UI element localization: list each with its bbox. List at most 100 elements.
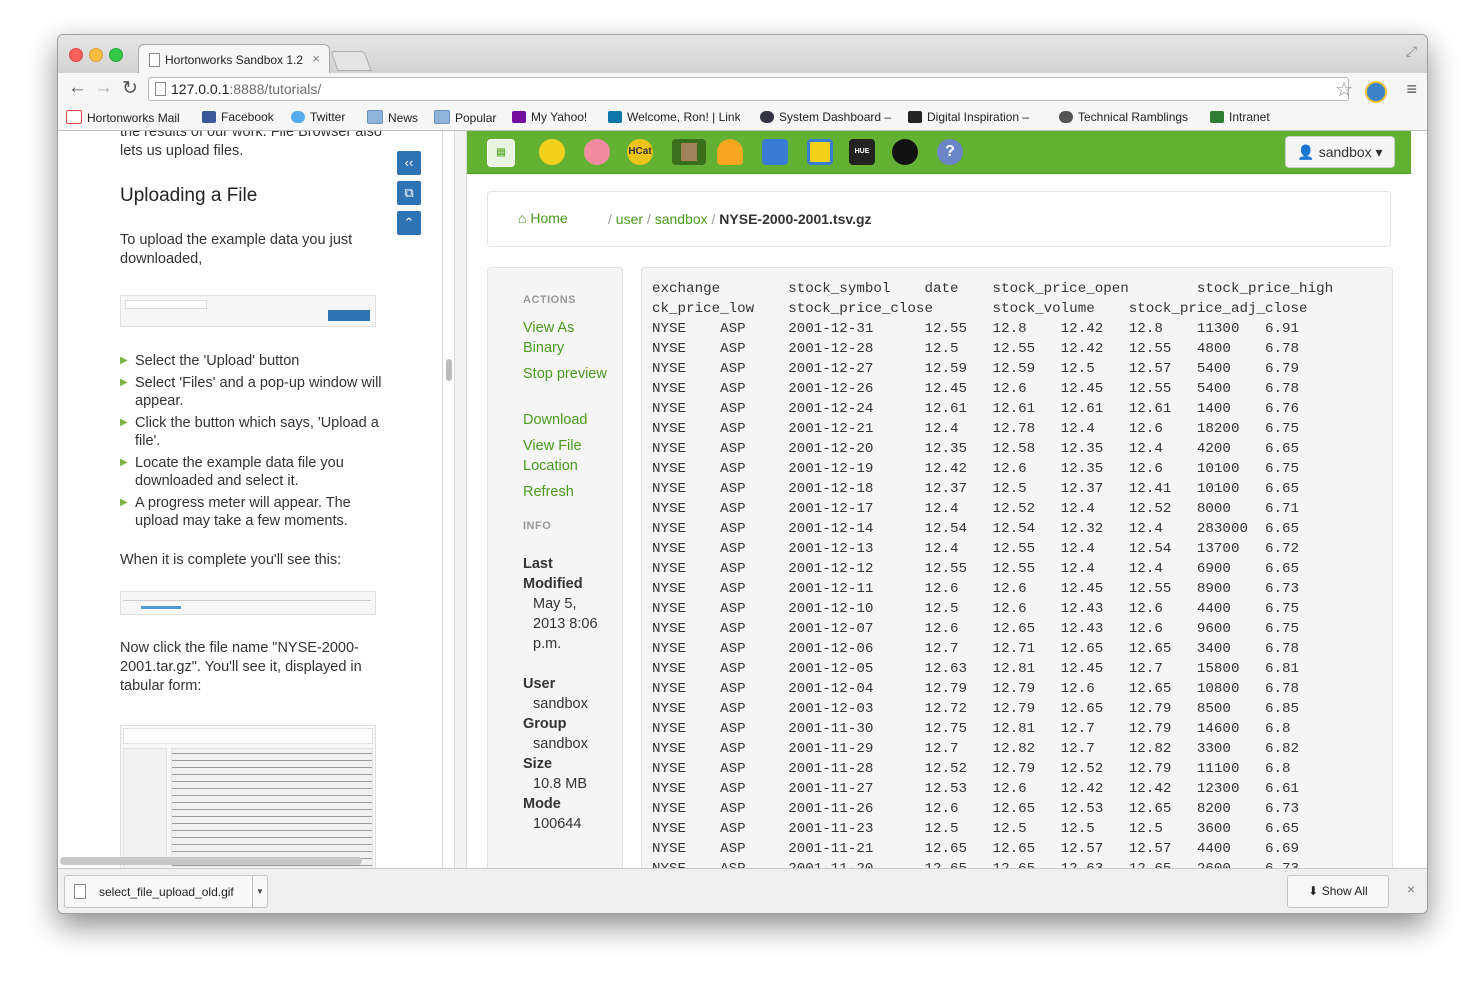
home-icon: ⌂ bbox=[518, 210, 527, 226]
file-viewer: exchange stock_symbol date stock_price_o… bbox=[641, 267, 1393, 868]
user-admin-icon[interactable] bbox=[892, 139, 918, 165]
download-bar: select_file_upload_old.gif ▼ ⬇ Show All … bbox=[58, 868, 1427, 913]
pane-divider[interactable] bbox=[454, 131, 467, 868]
digital-inspiration-icon bbox=[908, 111, 922, 123]
collapse-panel-button[interactable]: ‹‹ bbox=[397, 151, 421, 175]
chevron-down-icon[interactable]: ▼ bbox=[252, 876, 267, 907]
list-item: Locate the example data file you downloa… bbox=[120, 454, 390, 490]
url-text: 127.0.0.1:8888/tutorials/ bbox=[171, 81, 322, 97]
size-label: Size bbox=[523, 756, 553, 772]
show-all-button[interactable]: ⬇ Show All bbox=[1287, 875, 1389, 908]
job-designer-icon[interactable] bbox=[762, 139, 788, 165]
download-icon: ⬇ bbox=[1308, 884, 1319, 898]
bookmark-news[interactable]: News bbox=[367, 110, 418, 125]
twitter-icon bbox=[291, 111, 305, 123]
chrome-menu-icon[interactable]: ≡ bbox=[1406, 79, 1417, 100]
intranet-icon bbox=[1210, 111, 1224, 123]
yahoo-icon bbox=[512, 111, 526, 123]
page-content: the results of our work. File Browser al… bbox=[58, 131, 1427, 868]
stop-preview-link[interactable]: Stop preview bbox=[523, 364, 613, 384]
hcat-icon[interactable]: HCat bbox=[627, 139, 653, 165]
bookmark-hortonworks-mail[interactable]: Hortonworks Mail bbox=[66, 110, 180, 125]
minimize-window-button[interactable] bbox=[89, 48, 103, 62]
last-modified-label: Last Modified bbox=[523, 556, 583, 592]
close-window-button[interactable] bbox=[69, 48, 83, 62]
user-label: User bbox=[523, 676, 556, 692]
forward-button[interactable]: → bbox=[94, 77, 113, 99]
page-icon bbox=[155, 82, 166, 96]
file-icon bbox=[74, 884, 86, 899]
help-icon[interactable]: ? bbox=[937, 139, 963, 165]
list-item: Click the button which says, 'Upload a f… bbox=[120, 414, 390, 450]
horizontal-scrollbar[interactable] bbox=[60, 857, 362, 865]
browser-toolbar: ← → ↻ 127.0.0.1:8888/tutorials/ ☆ ≡ bbox=[58, 73, 1427, 105]
back-button[interactable]: ← bbox=[68, 77, 87, 99]
beeswax-icon[interactable] bbox=[539, 139, 565, 165]
wordpress-icon bbox=[1059, 111, 1073, 123]
file-sidebar: ACTIONS View As Binary Stop preview Down… bbox=[487, 267, 623, 868]
zoom-window-button[interactable] bbox=[109, 48, 123, 62]
shell-icon[interactable]: HUE bbox=[849, 139, 875, 165]
user-menu-button[interactable]: 👤 sandbox ▾ bbox=[1285, 136, 1395, 168]
reload-button[interactable]: ↻ bbox=[122, 77, 138, 100]
scroll-top-button[interactable]: ⌃ bbox=[397, 211, 421, 235]
download-link[interactable]: Download bbox=[523, 410, 613, 430]
breadcrumb-sandbox[interactable]: sandbox bbox=[655, 211, 708, 227]
bookmark-twitter[interactable]: Twitter bbox=[291, 110, 345, 124]
bookmark-digital-inspiration[interactable]: Digital Inspiration – bbox=[908, 110, 1029, 124]
bookmark-star-icon[interactable]: ☆ bbox=[1335, 77, 1353, 102]
section-heading: Uploading a File bbox=[120, 185, 258, 206]
bookmarks-bar: Hortonworks Mail Facebook Twitter News P… bbox=[58, 105, 1427, 131]
open-window-button[interactable]: ⧉ bbox=[397, 181, 421, 205]
tutorial-side-buttons: ‹‹ ⧉ ⌃ bbox=[397, 151, 421, 241]
gmail-icon bbox=[66, 110, 82, 124]
mode-value: 100644 bbox=[533, 816, 582, 832]
pig-icon[interactable] bbox=[584, 139, 610, 165]
info-header: INFO bbox=[523, 520, 552, 532]
actions-header: ACTIONS bbox=[523, 294, 576, 306]
address-bar[interactable]: 127.0.0.1:8888/tutorials/ bbox=[148, 77, 1349, 101]
title-bar: Hortonworks Sandbox 1.2 × ⤢ bbox=[58, 35, 1427, 74]
view-as-binary-link[interactable]: View As Binary bbox=[523, 318, 613, 358]
file-list-screenshot-thumbnail[interactable] bbox=[120, 591, 376, 615]
browser-window: Hortonworks Sandbox 1.2 × ⤢ ← → ↻ 127.0.… bbox=[57, 34, 1428, 914]
facebook-icon bbox=[202, 111, 216, 123]
bookmark-intranet[interactable]: Intranet bbox=[1210, 110, 1270, 124]
table-icon[interactable] bbox=[807, 139, 833, 165]
hue-navbar: ▤ HCat HUE ? 👤 sandbox ▾ bbox=[467, 131, 1411, 174]
upload-screenshot-thumbnail[interactable] bbox=[120, 295, 376, 327]
mode-label: Mode bbox=[523, 796, 561, 812]
bookmark-linkedin[interactable]: Welcome, Ron! | Link bbox=[608, 110, 740, 124]
page-icon bbox=[149, 53, 160, 67]
user-value: sandbox bbox=[533, 696, 588, 712]
extension-icon[interactable] bbox=[1365, 81, 1387, 103]
linkedin-icon bbox=[608, 111, 622, 123]
bookmark-system-dashboard[interactable]: System Dashboard – bbox=[760, 110, 891, 124]
job-browser-icon[interactable] bbox=[672, 139, 706, 165]
folder-icon bbox=[434, 110, 450, 124]
bookmark-my-yahoo[interactable]: My Yahoo! bbox=[512, 110, 587, 124]
download-item[interactable]: select_file_upload_old.gif ▼ bbox=[64, 875, 268, 908]
file-browser-icon[interactable]: ▤ bbox=[487, 139, 515, 167]
tutorial-scrollbar[interactable] bbox=[446, 359, 452, 381]
tabular-screenshot-thumbnail[interactable] bbox=[120, 725, 376, 868]
new-tab-button[interactable] bbox=[330, 51, 372, 71]
last-modified-value: May 5, 2013 8:06 p.m. bbox=[533, 596, 598, 652]
tab-close-icon[interactable]: × bbox=[312, 51, 320, 66]
breadcrumb: ⌂ Home / user / sandbox / NYSE-2000-2001… bbox=[487, 191, 1391, 247]
oozie-icon[interactable] bbox=[717, 139, 743, 165]
bookmark-facebook[interactable]: Facebook bbox=[202, 110, 274, 124]
group-label: Group bbox=[523, 716, 567, 732]
bookmark-technical-ramblings[interactable]: Technical Ramblings bbox=[1059, 110, 1194, 124]
list-item: Select the 'Upload' button bbox=[120, 352, 390, 370]
tab-hortonworks-sandbox[interactable]: Hortonworks Sandbox 1.2 × bbox=[138, 44, 330, 74]
folder-icon bbox=[367, 110, 383, 124]
refresh-link[interactable]: Refresh bbox=[523, 482, 613, 502]
close-download-bar-icon[interactable]: × bbox=[1407, 881, 1415, 897]
breadcrumb-user[interactable]: user bbox=[616, 211, 643, 227]
view-file-location-link[interactable]: View File Location bbox=[523, 436, 613, 476]
breadcrumb-home[interactable]: ⌂ Home bbox=[518, 210, 568, 226]
bookmark-popular[interactable]: Popular bbox=[434, 110, 496, 125]
fullscreen-icon[interactable]: ⤢ bbox=[1406, 43, 1417, 60]
file-name-text: Now click the file name "NYSE-2000-2001.… bbox=[120, 640, 362, 694]
